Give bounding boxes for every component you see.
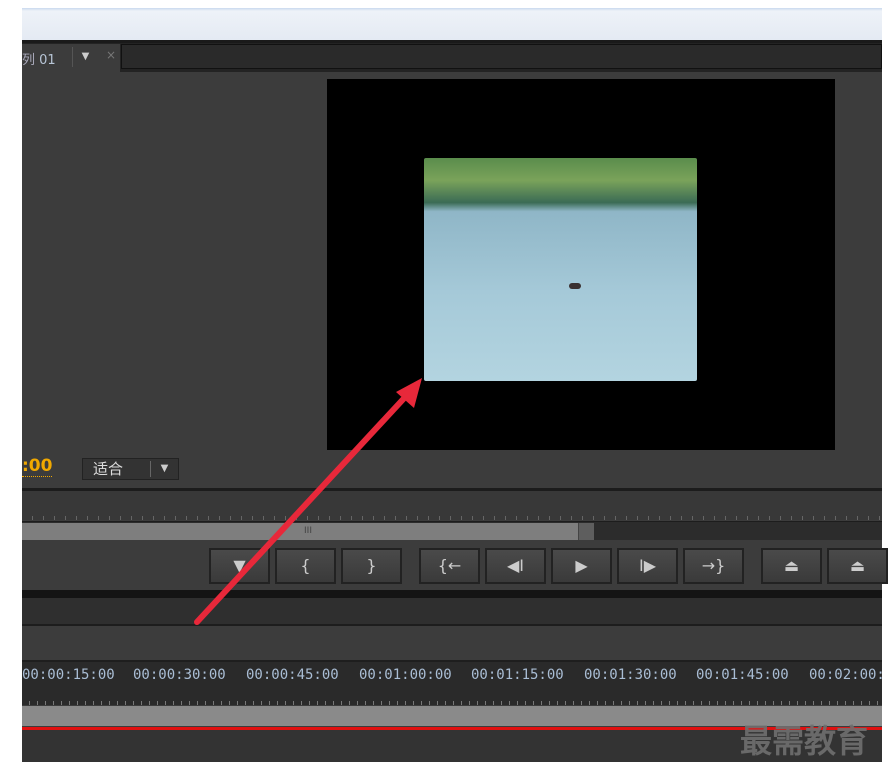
annotation-arrow xyxy=(194,378,422,625)
